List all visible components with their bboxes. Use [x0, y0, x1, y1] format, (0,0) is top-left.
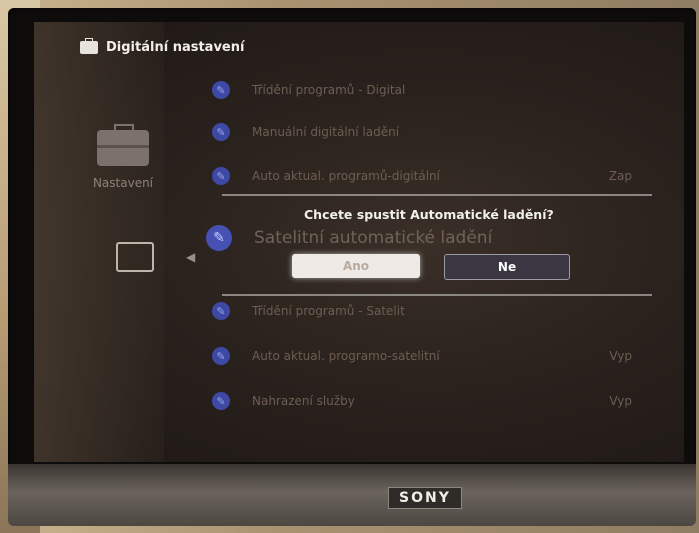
side-category-settings[interactable]: Nastavení: [80, 124, 166, 190]
briefcase-icon: [80, 38, 98, 54]
wrench-icon: ✎: [212, 123, 230, 141]
yes-button[interactable]: Ano: [292, 254, 420, 278]
menu-item-label: Satelitní automatické ladění: [254, 228, 493, 248]
wrench-icon: ✎: [212, 347, 230, 365]
menu-item-value: Vyp: [609, 349, 632, 363]
menu-item-label: Třídění programů - Digital: [252, 83, 406, 97]
wrench-icon: ✎: [212, 302, 230, 320]
menu-item-label: Nahrazení služby: [252, 394, 355, 408]
menu-item-highlighted[interactable]: ✎ Satelitní automatické ladění: [206, 225, 492, 251]
menu-header: Digitální nastavení: [80, 38, 245, 55]
menu-item-value: Vyp: [609, 394, 632, 408]
dialog-question: Chcete spustit Automatické ladění?: [304, 207, 554, 222]
header-title: Digitální nastavení: [106, 40, 245, 55]
menu-item-label: Auto aktual. programo-satelitní: [252, 349, 440, 363]
wrench-icon: ✎: [212, 81, 230, 99]
menu-item-label: Auto aktual. programů-digitální: [252, 169, 440, 183]
toolbox-icon: [97, 124, 149, 166]
wrench-icon: ✎: [212, 167, 230, 185]
left-arrow-icon: ◀: [186, 250, 196, 264]
menu-item[interactable]: ✎ Třídění programů - Digital: [212, 79, 632, 101]
no-button[interactable]: Ne: [444, 254, 570, 280]
satellite-dish-icon[interactable]: [116, 242, 154, 272]
side-category-label: Nastavení: [92, 176, 154, 190]
menu-item[interactable]: ✎ Manuální digitální ladění: [212, 121, 632, 143]
wrench-icon: ✎: [212, 392, 230, 410]
brand-logo: SONY: [388, 487, 462, 509]
tv-bottom-panel: [8, 464, 696, 526]
dialog-bottom-divider: [222, 294, 652, 296]
wrench-icon: ✎: [206, 225, 232, 251]
tv-screen: Digitální nastavení Nastavení ◀ ✎ Tříděn…: [34, 22, 684, 462]
menu-item[interactable]: ✎ Nahrazení služby Vyp: [212, 390, 632, 412]
menu-item-value: Zap: [608, 169, 632, 183]
menu-item[interactable]: ✎ Třídění programů - Satelit: [212, 300, 632, 322]
menu-item[interactable]: ✎ Auto aktual. programů-digitální Zap: [212, 165, 632, 187]
menu-item-label: Třídění programů - Satelit: [252, 304, 405, 318]
dialog-top-divider: [222, 194, 652, 196]
menu-item[interactable]: ✎ Auto aktual. programo-satelitní Vyp: [212, 345, 632, 367]
menu-item-label: Manuální digitální ladění: [252, 125, 400, 139]
